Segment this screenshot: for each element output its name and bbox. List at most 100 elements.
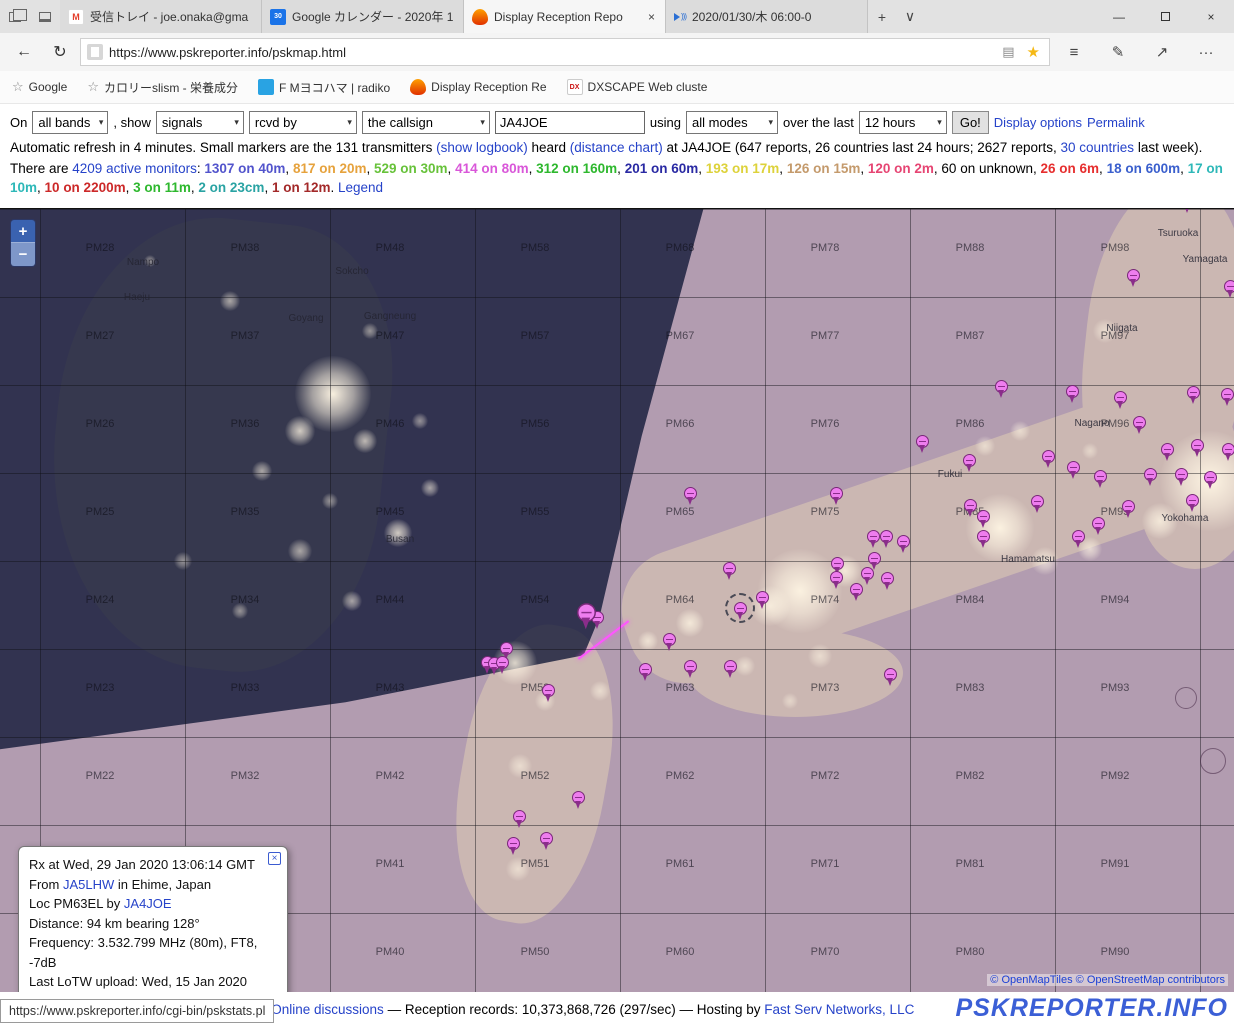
reception-marker[interactable]: [496, 656, 509, 674]
reception-marker[interactable]: [572, 791, 585, 809]
reception-marker[interactable]: [884, 668, 897, 686]
tab-preview-icon[interactable]: [0, 0, 30, 33]
mode-select[interactable]: all modes ▾: [686, 111, 778, 134]
match-select[interactable]: the callsign ▾: [361, 111, 490, 134]
link[interactable]: © OpenMapTiles: [990, 974, 1072, 986]
reception-marker[interactable]: [1042, 450, 1055, 468]
link[interactable]: Fast Serv Networks, LLC: [764, 1002, 914, 1017]
reception-marker[interactable]: [1144, 468, 1157, 486]
reception-marker[interactable]: [507, 837, 520, 855]
reception-marker[interactable]: [963, 454, 976, 472]
reception-marker[interactable]: [916, 435, 929, 453]
reception-marker[interactable]: [1186, 494, 1199, 512]
link[interactable]: (show logbook): [436, 140, 528, 155]
reception-marker[interactable]: [1161, 443, 1174, 461]
reception-marker[interactable]: [1133, 416, 1146, 434]
reception-map[interactable]: PM28PM27PM26PM25PM24PM23PM22PM21PM20PM38…: [0, 208, 1234, 992]
link[interactable]: 30 countries: [1061, 140, 1135, 155]
reception-marker[interactable]: [830, 571, 843, 589]
reception-marker[interactable]: [1114, 391, 1127, 409]
reception-marker[interactable]: [1191, 439, 1204, 457]
reception-marker[interactable]: [880, 530, 893, 548]
reception-marker[interactable]: [868, 552, 881, 570]
favorite-star-icon[interactable]: ★: [1024, 43, 1043, 61]
url-text[interactable]: https://www.pskreporter.info/pskmap.html: [109, 45, 993, 60]
reception-marker[interactable]: [663, 633, 676, 651]
share-icon[interactable]: ↗: [1142, 43, 1182, 61]
link[interactable]: Legend: [338, 180, 383, 195]
pskreporter-watermark[interactable]: PSKREPORTER.INFO: [955, 994, 1228, 1023]
reception-marker[interactable]: [1221, 388, 1234, 406]
reception-marker[interactable]: [977, 530, 990, 548]
refresh-icon[interactable]: ↻: [44, 42, 76, 62]
favorite-radiko[interactable]: F Mヨコハマ | radiko: [258, 79, 390, 96]
reception-marker[interactable]: [1175, 468, 1188, 486]
reception-marker[interactable]: [684, 487, 697, 505]
reading-list-icon[interactable]: [30, 0, 60, 33]
permalink-link[interactable]: Permalink: [1087, 115, 1145, 130]
tab-timetable[interactable]: ))) 2020/01/30/木 06:00-0: [666, 0, 868, 33]
new-tab-button[interactable]: +: [868, 0, 896, 33]
minimize-button[interactable]: —: [1096, 0, 1142, 33]
reception-marker[interactable]: [964, 499, 977, 517]
reception-marker[interactable]: [639, 663, 652, 681]
zoom-out-button[interactable]: −: [11, 243, 35, 266]
hub-icon[interactable]: ≡: [1054, 44, 1094, 61]
reception-marker[interactable]: [540, 832, 553, 850]
more-options-icon[interactable]: ···: [1186, 44, 1226, 61]
site-identity-icon[interactable]: [87, 44, 103, 60]
link[interactable]: 4209 active monitors: [72, 161, 197, 176]
reception-marker[interactable]: [977, 510, 990, 528]
link[interactable]: © OpenStreetMap contributors: [1076, 974, 1225, 986]
link[interactable]: JA4JOE: [124, 896, 172, 911]
reception-marker[interactable]: [542, 684, 555, 702]
go-button[interactable]: Go!: [951, 111, 989, 134]
reception-marker[interactable]: [830, 487, 843, 505]
close-button[interactable]: ×: [1188, 0, 1234, 33]
reception-marker[interactable]: [513, 810, 526, 828]
period-select[interactable]: 12 hours ▾: [858, 111, 947, 134]
popup-close-icon[interactable]: ×: [268, 852, 281, 865]
web-note-icon[interactable]: ✎: [1098, 43, 1138, 61]
reception-marker[interactable]: [1067, 461, 1080, 479]
reception-marker[interactable]: [850, 583, 863, 601]
reception-marker[interactable]: [1066, 385, 1079, 403]
reception-marker[interactable]: [734, 602, 747, 620]
reception-marker[interactable]: [684, 660, 697, 678]
tab-pskreporter[interactable]: Display Reception Repo ×: [464, 0, 666, 33]
reception-marker[interactable]: [500, 642, 513, 660]
url-bar[interactable]: https://www.pskreporter.info/pskmap.html…: [80, 38, 1050, 66]
reception-marker[interactable]: [1187, 386, 1200, 404]
reception-marker[interactable]: [1224, 280, 1234, 298]
favorite-slism[interactable]: ☆ カロリーslism - 栄養成分: [87, 79, 238, 96]
zoom-in-button[interactable]: +: [11, 220, 35, 243]
link[interactable]: Online discussions: [271, 1002, 384, 1017]
favorite-pskreporter[interactable]: Display Reception Re: [410, 79, 547, 95]
maximize-button[interactable]: [1142, 0, 1188, 33]
favorite-dxscape[interactable]: DX DXSCAPE Web cluste: [566, 79, 707, 95]
tab-gmail[interactable]: M 受信トレイ - joe.onaka@gma: [60, 0, 262, 33]
callsign-input[interactable]: [494, 111, 645, 134]
reception-marker[interactable]: [1204, 471, 1217, 489]
reception-marker[interactable]: [1127, 269, 1140, 287]
reception-marker[interactable]: [1092, 517, 1105, 535]
tab-close-icon[interactable]: ×: [646, 10, 657, 24]
tab-list-chevron-icon[interactable]: ∨: [896, 0, 924, 33]
reception-marker[interactable]: [995, 380, 1008, 398]
rcvd-by-select[interactable]: rcvd by ▾: [248, 111, 357, 134]
reception-marker[interactable]: [831, 557, 844, 575]
reception-marker[interactable]: [881, 572, 894, 590]
tab-calendar[interactable]: 30 Google カレンダー - 2020年 1: [262, 0, 464, 33]
reception-marker[interactable]: [861, 567, 874, 585]
reception-marker[interactable]: [756, 591, 769, 609]
reception-marker[interactable]: [1031, 495, 1044, 513]
band-select[interactable]: all bands ▾: [32, 111, 109, 134]
reception-marker[interactable]: [577, 603, 596, 630]
reception-marker[interactable]: [1072, 530, 1085, 548]
reception-marker[interactable]: [724, 660, 737, 678]
reception-marker[interactable]: [1122, 500, 1135, 518]
display-options-link[interactable]: Display options: [994, 115, 1082, 130]
favorite-google[interactable]: ☆ Google: [12, 79, 67, 95]
reception-marker[interactable]: [1094, 470, 1107, 488]
link[interactable]: (distance chart): [570, 140, 663, 155]
